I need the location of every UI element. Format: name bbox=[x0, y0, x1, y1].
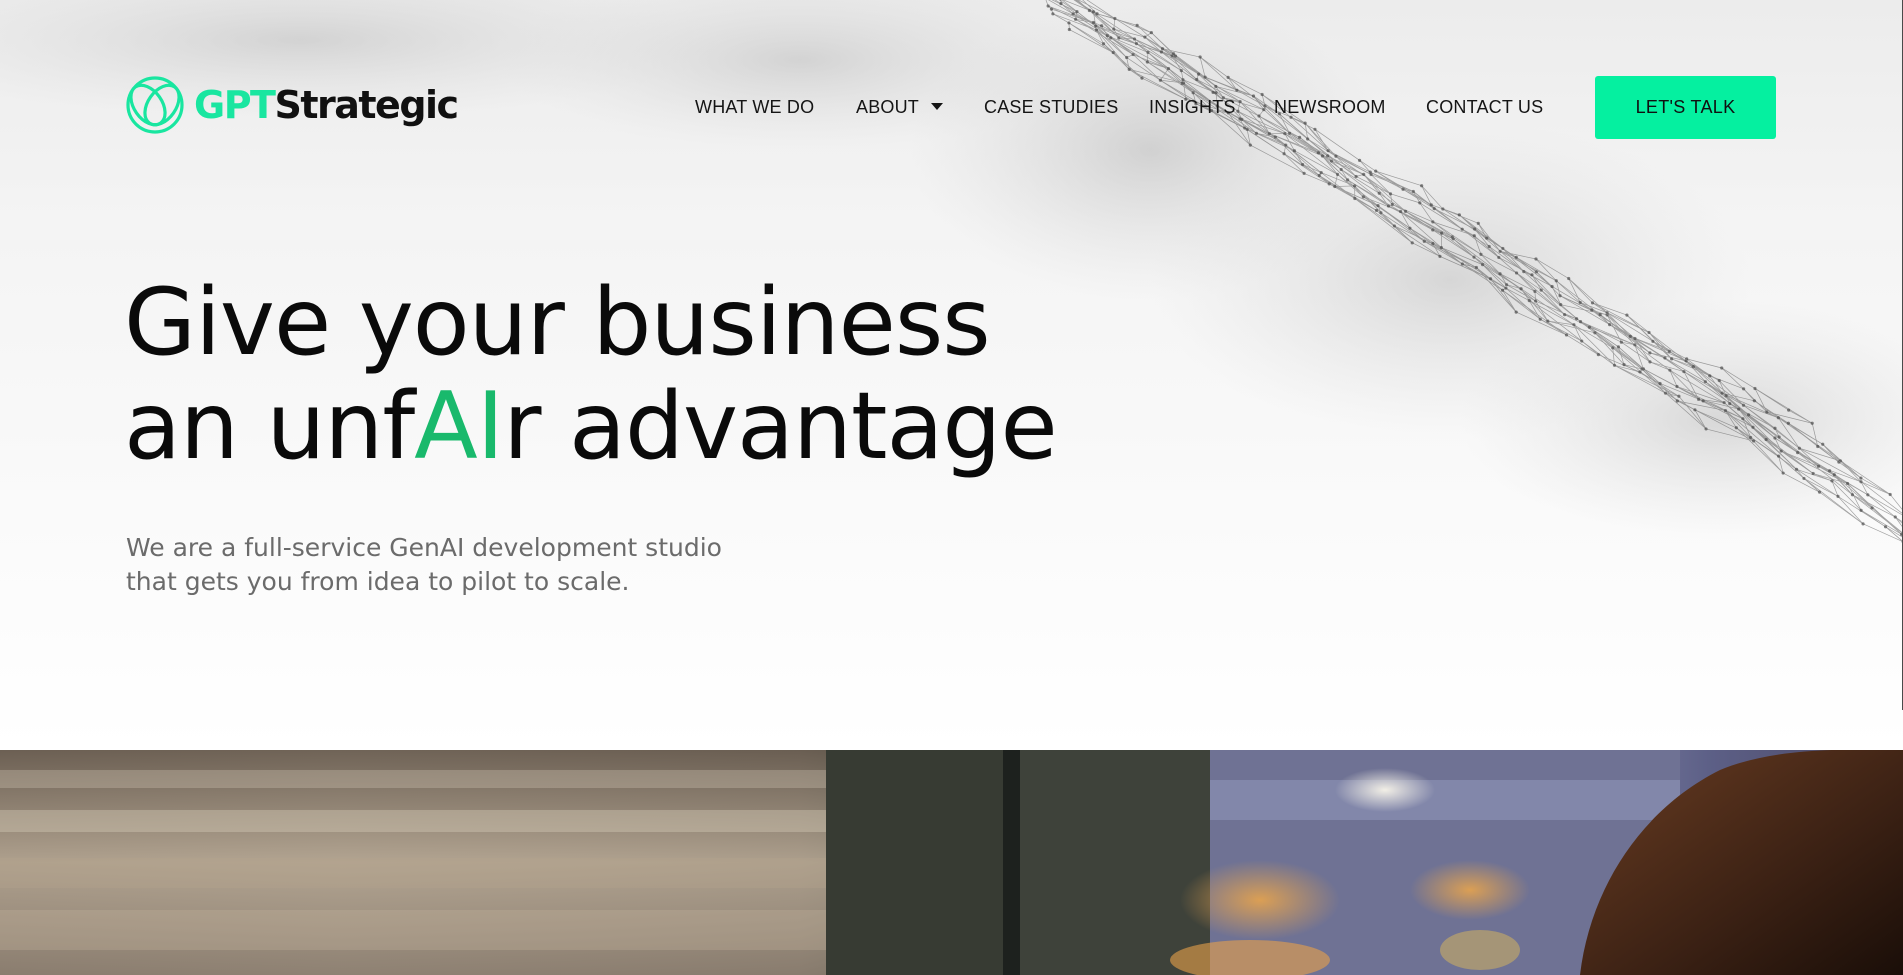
headline-line-2-post: r advantage bbox=[503, 372, 1057, 480]
headline-line-1: Give your business bbox=[124, 268, 991, 376]
office-photo-blur bbox=[0, 750, 1903, 975]
headline-line-2-pre: an unf bbox=[124, 372, 415, 480]
office-photo bbox=[0, 750, 1903, 975]
lets-talk-button[interactable]: LET'S TALK bbox=[1595, 76, 1776, 139]
chevron-down-icon bbox=[931, 102, 944, 110]
nav-item-case-studies[interactable]: CASE STUDIES bbox=[984, 92, 1118, 122]
site-header: GPT Strategic WHAT WE DO ABOUT CASE STUD… bbox=[0, 0, 1903, 215]
nav-item-label: ABOUT bbox=[856, 97, 920, 117]
headline-accent: AI bbox=[414, 372, 504, 480]
headline-line-2: an unfAIr advantage bbox=[124, 372, 1058, 480]
subtext-line-1: We are a full-service GenAI development … bbox=[126, 533, 722, 562]
nav-item-label: CONTACT US bbox=[1426, 97, 1544, 117]
hero-subtext: We are a full-service GenAI development … bbox=[126, 531, 806, 599]
nav-item-label: CASE STUDIES bbox=[984, 97, 1119, 117]
nav-item-label: NEWSROOM bbox=[1274, 97, 1386, 117]
nav-item-newsroom[interactable]: NEWSROOM bbox=[1274, 92, 1386, 122]
nav-item-contact-us[interactable]: CONTACT US bbox=[1426, 92, 1543, 122]
nav-item-label: INSIGHTS bbox=[1149, 97, 1236, 117]
nav-item-label: WHAT WE DO bbox=[695, 97, 815, 117]
nav-item-what-we-do[interactable]: WHAT WE DO bbox=[695, 92, 814, 122]
nav-item-about[interactable]: ABOUT bbox=[856, 92, 944, 122]
nav-item-insights[interactable]: INSIGHTS bbox=[1149, 92, 1236, 122]
hero-headline: Give your business an unfAIr advantage bbox=[124, 268, 1058, 480]
subtext-line-2: that gets you from idea to pilot to scal… bbox=[126, 567, 630, 596]
